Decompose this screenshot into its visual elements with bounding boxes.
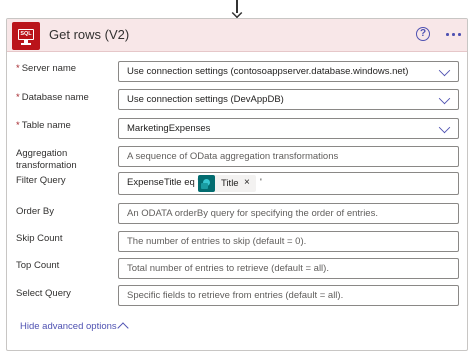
top-count-label: Top Count: [16, 260, 60, 271]
dynamic-content-token[interactable]: Title ×: [198, 175, 256, 192]
database-name-label: * Database name: [16, 92, 89, 103]
server-name-label: * Server name: [16, 63, 77, 74]
server-name-value: Use connection settings (contosoappserve…: [127, 66, 409, 77]
required-marker: *: [16, 63, 20, 74]
select-query-input[interactable]: Specific fields to retrieve from entries…: [118, 285, 459, 306]
order-by-placeholder: An ODATA orderBy query for specifying th…: [127, 208, 378, 219]
chevron-down-icon[interactable]: [438, 92, 451, 105]
chevron-down-icon[interactable]: [438, 121, 451, 134]
action-card: SQL Get rows (V2) ? * Server name Use con…: [6, 18, 468, 351]
card-header[interactable]: SQL Get rows (V2) ?: [7, 19, 467, 52]
filter-query-suffix: ': [260, 177, 262, 188]
top-count-input[interactable]: Total number of entries to retrieve (def…: [118, 258, 459, 279]
skip-count-input[interactable]: The number of entries to skip (default =…: [118, 231, 459, 252]
flow-arrow-down-icon: [230, 0, 244, 19]
server-name-dropdown[interactable]: Use connection settings (contosoappserve…: [118, 61, 459, 82]
database-name-dropdown[interactable]: Use connection settings (DevAppDB): [118, 89, 459, 110]
aggregation-placeholder: A sequence of OData aggregation transfor…: [127, 151, 339, 162]
select-query-placeholder: Specific fields to retrieve from entries…: [127, 290, 344, 301]
table-name-dropdown[interactable]: MarketingExpenses: [118, 118, 459, 139]
hide-advanced-options-link[interactable]: Hide advanced options: [20, 321, 117, 332]
select-query-label: Select Query: [16, 288, 71, 299]
sql-server-icon: SQL: [12, 22, 40, 50]
required-marker: *: [16, 120, 20, 131]
token-label: Title: [221, 178, 239, 189]
chevron-down-icon[interactable]: [438, 64, 451, 77]
skip-count-placeholder: The number of entries to skip (default =…: [127, 236, 307, 247]
card-title[interactable]: Get rows (V2): [49, 27, 129, 42]
sharepoint-icon: [198, 175, 215, 192]
filter-query-label: Filter Query: [16, 175, 66, 186]
database-name-value: Use connection settings (DevAppDB): [127, 94, 284, 105]
aggregation-label: Aggregation transformation: [16, 148, 77, 171]
filter-query-input[interactable]: ExpenseTitle eq ' Title × ': [118, 172, 459, 195]
help-icon[interactable]: ?: [416, 27, 430, 41]
order-by-label: Order By: [16, 206, 55, 217]
order-by-input[interactable]: An ODATA orderBy query for specifying th…: [118, 203, 459, 224]
required-marker: *: [16, 92, 20, 103]
table-name-label: * Table name: [16, 120, 71, 131]
top-count-placeholder: Total number of entries to retrieve (def…: [127, 263, 329, 274]
table-name-value: MarketingExpenses: [127, 123, 211, 134]
more-options-icon[interactable]: [445, 33, 461, 37]
skip-count-label: Skip Count: [16, 233, 63, 244]
filter-query-prefix: ExpenseTitle eq ': [127, 177, 200, 188]
chevron-up-icon[interactable]: [117, 322, 129, 334]
token-remove-icon[interactable]: ×: [244, 177, 250, 188]
aggregation-input[interactable]: A sequence of OData aggregation transfor…: [118, 146, 459, 167]
